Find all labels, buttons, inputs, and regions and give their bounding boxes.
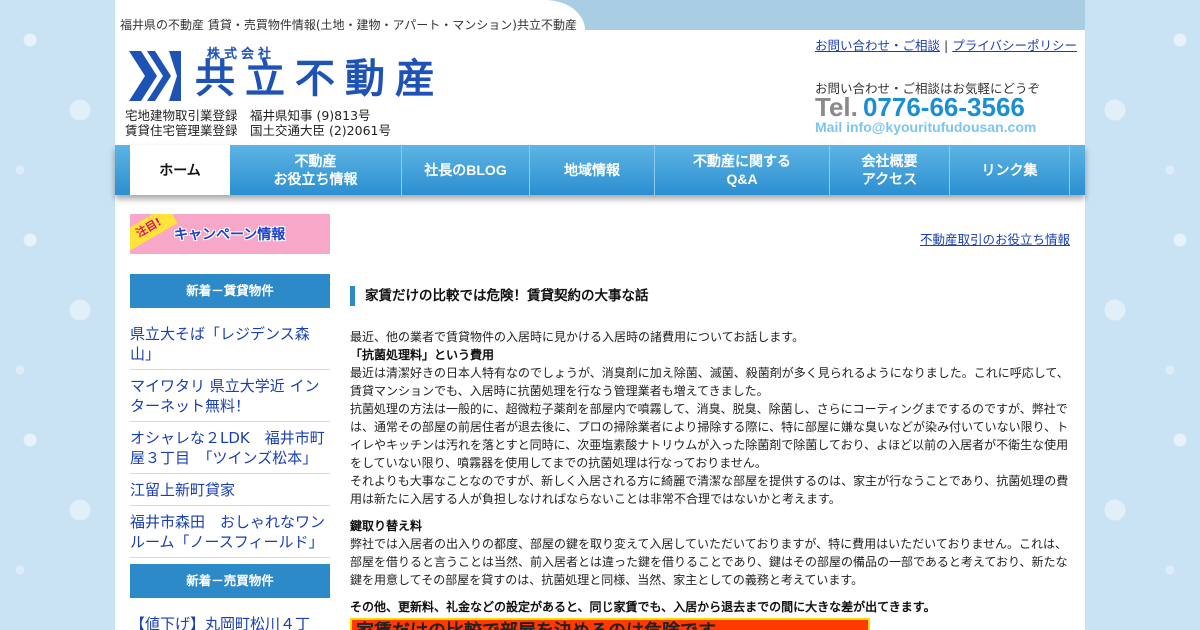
nav-qa[interactable]: 不動産に関する Q&A (655, 145, 830, 195)
registration-line-1: 宅地建物取引業登録 福井県知事 (9)813号 (125, 108, 371, 123)
article-emphasis: その他、更新料、礼金などの設定があると、同じ家賃でも、入居から退去までの間に大き… (350, 600, 936, 614)
nav-useful-info[interactable]: 不動産 お役立ち情報 (230, 145, 402, 195)
article-paragraph: 弊社では入居者の出入りの都度、部屋の鍵を取り変えて入居していただいておりますが、… (350, 537, 1068, 587)
rental-item[interactable]: 福井市森田 おしゃれなワンルーム「ノースフィールド」 (130, 506, 330, 558)
sale-item[interactable]: 【値下げ】丸岡町松川４丁 (130, 608, 330, 630)
sale-list: 【値下げ】丸岡町松川４丁 (130, 608, 330, 630)
warning-banner: 家賃だけの比較で部屋を決めるのは危険です (350, 618, 870, 630)
logo-company-name: 共立不動産 (195, 56, 445, 102)
nav-company[interactable]: 会社概要 アクセス (830, 145, 950, 195)
campaign-flag: 注目! (130, 214, 178, 251)
article-paragraph: 最近は清潔好きの日本人特有なのでしょうが、消臭剤に加え除菌、滅菌、殺菌剤が多く見… (350, 366, 1069, 398)
breadcrumb-link[interactable]: 不動産取引のお役立ち情報 (920, 229, 1070, 248)
contact-link[interactable]: お問い合わせ・ご相談 (815, 38, 940, 53)
article-body: 最近、他の業者で賃貸物件の入居時に見かける入居時の諸費用についてお話します。 「… (350, 328, 1070, 630)
article-paragraph: それよりも大事なことなのですが、新しく入居される方に綺麗で清潔な部屋を提供するの… (350, 474, 1069, 506)
main-nav: ホーム 不動産 お役立ち情報 社長のBLOG 地域情報 不動産に関する Q&A … (115, 145, 1085, 195)
site-tagline: 福井県の不動産 賃貸・売買物件情報(土地・建物・アパート・マンション)共立不動産 (120, 18, 577, 32)
tel-label: Tel. (815, 92, 858, 122)
registration-line-2: 賃貸住宅管理業登録 国土交通大臣 (2)2061号 (125, 123, 391, 138)
rental-item[interactable]: 江留上新町貸家 (130, 474, 330, 506)
tel-number: 0776-66-3566 (862, 92, 1025, 122)
logo-mark-icon (129, 51, 181, 101)
sidebar: 注目! キャンペーン情報 新着－賃貸物件 県立大そば「レジデンス森山」 マイワタ… (130, 214, 330, 630)
rental-list: 県立大そば「レジデンス森山」 マイワタリ 県立大学近 インターネット無料！ オシ… (130, 318, 330, 558)
rental-heading: 新着－賃貸物件 (130, 274, 330, 308)
nav-home[interactable]: ホーム (130, 145, 230, 195)
campaign-label: キャンペーン情報 (174, 227, 286, 243)
privacy-policy-link[interactable]: プライバシーポリシー (952, 38, 1077, 53)
rental-item[interactable]: オシャレな２LDK 福井市町屋３丁目 「ツインズ松本」 (130, 422, 330, 474)
article-paragraph: 最近、他の業者で賃貸物件の入居時に見かける入居時の諸費用についてお話します。 (350, 330, 805, 344)
nav-blog[interactable]: 社長のBLOG (402, 145, 530, 195)
sale-heading: 新着－売買物件 (130, 564, 330, 598)
registration-info: 宅地建物取引業登録 福井県知事 (9)813号 賃貸住宅管理業登録 国土交通大臣… (125, 108, 391, 138)
rental-item[interactable]: 県立大そば「レジデンス森山」 (130, 318, 330, 370)
article-paragraph: 抗菌処理の方法は一般的に、超微粒子薬剤を部屋内で噴霧して、消臭、脱臭、除菌し、さ… (350, 402, 1069, 470)
section-heading: 「抗菌処理料」という費用 (350, 348, 495, 362)
campaign-banner[interactable]: 注目! キャンペーン情報 (130, 214, 330, 254)
article-title: 家賃だけの比較では危険！賃貸契約の大事な話 (350, 286, 649, 306)
nav-links[interactable]: リンク集 (950, 145, 1070, 195)
nav-local-info[interactable]: 地域情報 (530, 145, 655, 195)
page-container: 福井県の不動産 賃貸・売買物件情報(土地・建物・アパート・マンション)共立不動産… (115, 0, 1085, 630)
header-links: お問い合わせ・ご相談 | プライバシーポリシー (815, 35, 1077, 54)
company-logo[interactable]: 株式会社 共立不動産 (127, 45, 467, 103)
section-heading: 鍵取り替え料 (350, 519, 423, 533)
rental-item[interactable]: マイワタリ 県立大学近 インターネット無料！ (130, 370, 330, 422)
email-address[interactable]: Mail info@kyouritufudousan.com (815, 119, 1036, 135)
link-separator: | (944, 38, 949, 53)
